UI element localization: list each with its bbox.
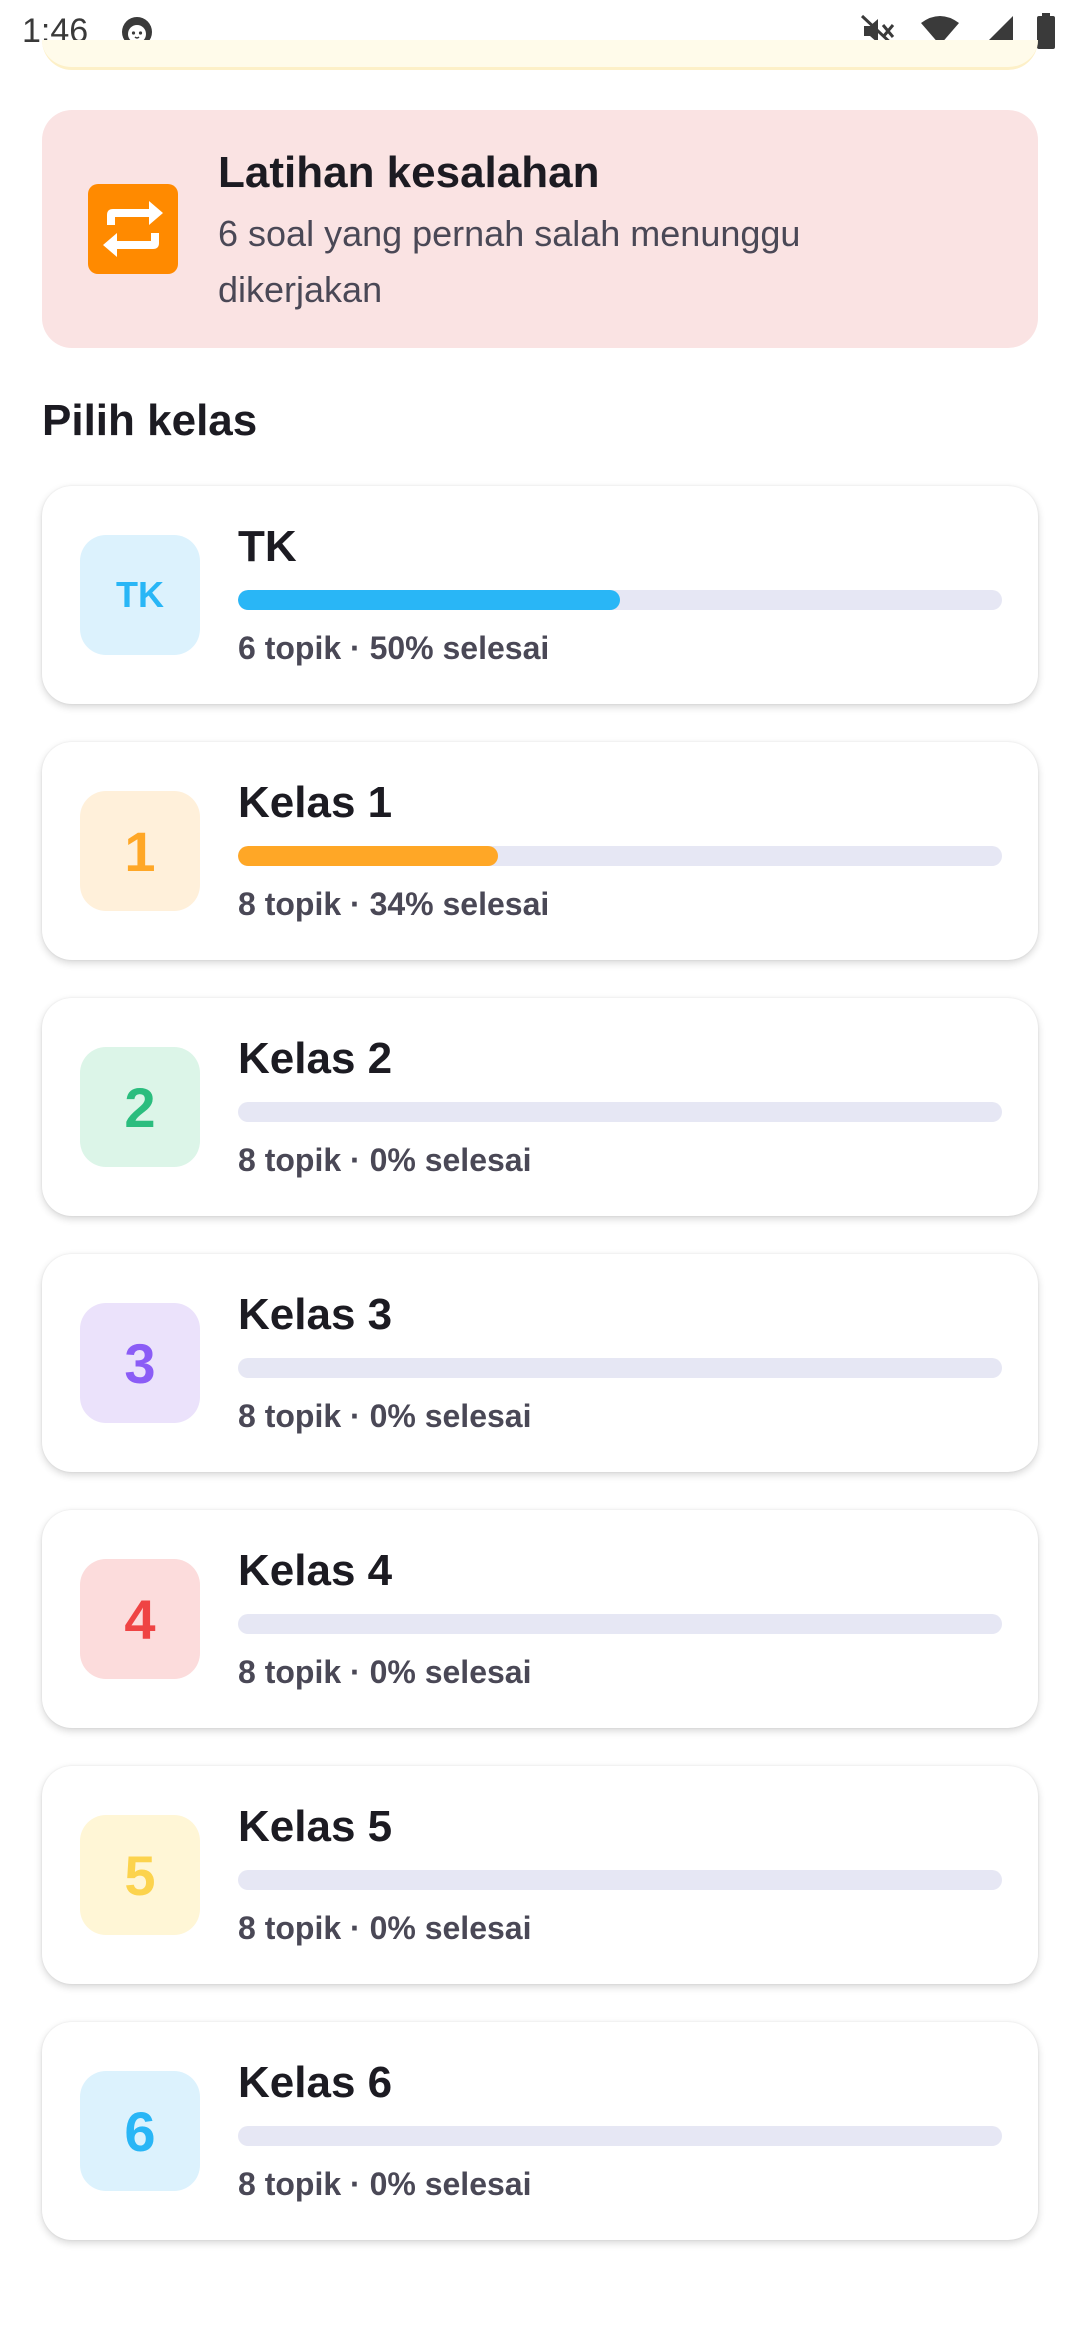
practice-mistakes-card[interactable]: Latihan kesalahan 6 soal yang pernah sal… bbox=[42, 110, 1038, 348]
battery-icon bbox=[1036, 13, 1056, 49]
class-badge: TK bbox=[80, 535, 200, 655]
class-card-kelas-4[interactable]: 4 Kelas 4 8 topik · 0% selesai bbox=[42, 1510, 1038, 1728]
class-name: TK bbox=[238, 522, 297, 571]
practice-title: Latihan kesalahan bbox=[218, 148, 600, 197]
class-meta: 6 topik · 50% selesai bbox=[238, 630, 550, 666]
progress-bar bbox=[238, 1614, 1002, 1634]
class-meta: 8 topik · 0% selesai bbox=[238, 2166, 532, 2202]
class-list: TK TK 6 topik · 50% selesai 1 Kelas 1 8 … bbox=[42, 486, 1038, 2278]
progress-bar bbox=[238, 846, 1002, 866]
class-meta: 8 topik · 0% selesai bbox=[238, 1910, 532, 1946]
class-card-kelas-6[interactable]: 6 Kelas 6 8 topik · 0% selesai bbox=[42, 2022, 1038, 2240]
class-badge: 6 bbox=[80, 2071, 200, 2191]
progress-bar bbox=[238, 1870, 1002, 1890]
section-title: Pilih kelas bbox=[42, 396, 258, 445]
class-meta: 8 topik · 0% selesai bbox=[238, 1654, 532, 1690]
class-card-kelas-3[interactable]: 3 Kelas 3 8 topik · 0% selesai bbox=[42, 1254, 1038, 1472]
progress-bar bbox=[238, 590, 1002, 610]
class-card-kelas-5[interactable]: 5 Kelas 5 8 topik · 0% selesai bbox=[42, 1766, 1038, 1984]
class-name: Kelas 4 bbox=[238, 1546, 393, 1595]
class-badge: 2 bbox=[80, 1047, 200, 1167]
class-name: Kelas 1 bbox=[238, 778, 393, 827]
progress-bar bbox=[238, 2126, 1002, 2146]
class-card-kelas-1[interactable]: 1 Kelas 1 8 topik · 34% selesai bbox=[42, 742, 1038, 960]
class-meta: 8 topik · 0% selesai bbox=[238, 1142, 532, 1178]
previous-card-edge bbox=[42, 40, 1038, 70]
class-name: Kelas 2 bbox=[238, 1034, 393, 1083]
class-card-kelas-2[interactable]: 2 Kelas 2 8 topik · 0% selesai bbox=[42, 998, 1038, 1216]
class-name: Kelas 6 bbox=[238, 2058, 393, 2107]
progress-fill bbox=[238, 590, 620, 610]
progress-bar bbox=[238, 1358, 1002, 1378]
class-name: Kelas 3 bbox=[238, 1290, 393, 1339]
repeat-icon bbox=[88, 184, 178, 274]
class-badge: 1 bbox=[80, 791, 200, 911]
class-badge: 4 bbox=[80, 1559, 200, 1679]
class-badge: 3 bbox=[80, 1303, 200, 1423]
class-name: Kelas 5 bbox=[238, 1802, 393, 1851]
progress-bar bbox=[238, 1102, 1002, 1122]
class-badge: 5 bbox=[80, 1815, 200, 1935]
practice-subtitle: 6 soal yang pernah salah menunggu dikerj… bbox=[218, 213, 801, 310]
class-card-tk[interactable]: TK TK 6 topik · 50% selesai bbox=[42, 486, 1038, 704]
class-meta: 8 topik · 34% selesai bbox=[238, 886, 550, 922]
class-meta: 8 topik · 0% selesai bbox=[238, 1398, 532, 1434]
progress-fill bbox=[238, 846, 498, 866]
